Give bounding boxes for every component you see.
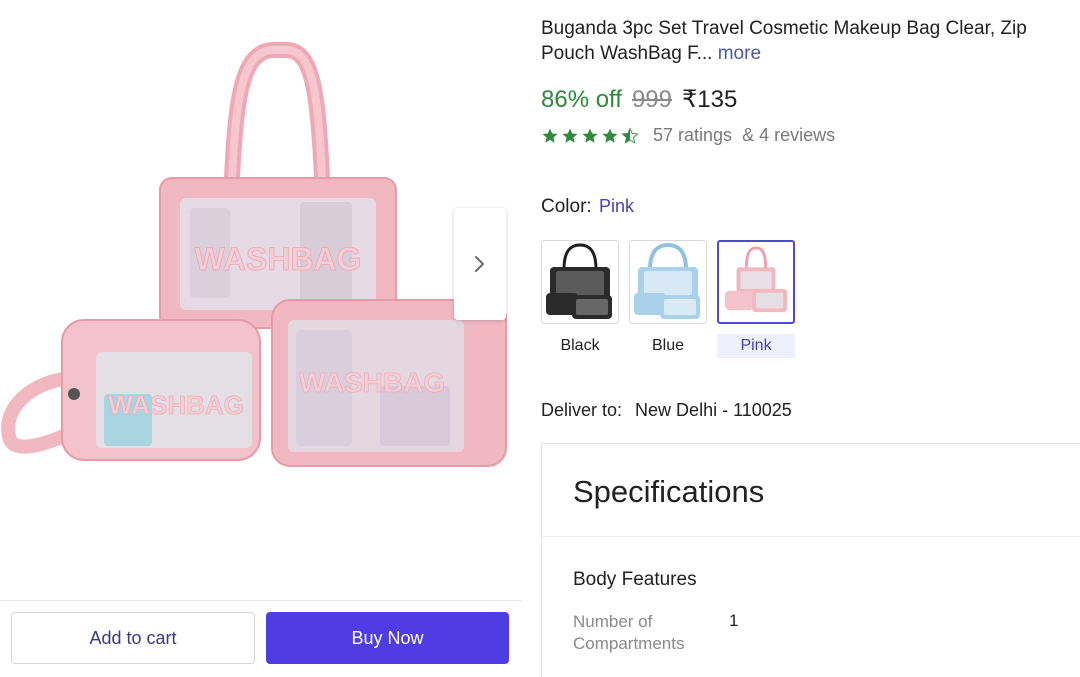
more-link[interactable]: more bbox=[718, 43, 761, 64]
star-rating bbox=[541, 126, 639, 145]
washbag-print-small: WASHBAG bbox=[108, 390, 244, 420]
specifications-heading: Specifications bbox=[573, 474, 765, 509]
star-icon bbox=[602, 128, 618, 143]
spec-key: Number of Compartments bbox=[573, 612, 685, 653]
product-title-line2: Pouch WashBag F... bbox=[541, 43, 713, 64]
deliver-to-label: Deliver to: bbox=[541, 400, 623, 420]
color-swatch-blue[interactable] bbox=[629, 240, 707, 324]
product-title-line1: Buganda 3pc Set Travel Cosmetic Makeup B… bbox=[541, 18, 1027, 39]
rating-row[interactable]: 57 ratings & 4 reviews bbox=[541, 125, 835, 146]
color-option-blue-label[interactable]: Blue bbox=[629, 334, 707, 358]
selling-price: ₹135 bbox=[682, 86, 738, 113]
color-selector-label: Color: Pink bbox=[541, 196, 634, 218]
product-image: WASHBAG WASHBAG WASHBAG bbox=[1, 42, 507, 467]
color-option-black-label[interactable]: Black bbox=[541, 334, 619, 358]
color-swatch-pink[interactable] bbox=[717, 240, 795, 324]
spec-section-heading: Body Features bbox=[573, 569, 697, 590]
spec-value: 1 bbox=[729, 611, 739, 630]
swatch-image-black bbox=[546, 243, 612, 319]
specifications-card: Specifications Body Features Number of C… bbox=[541, 443, 1080, 677]
swatch-image-blue bbox=[634, 242, 700, 319]
product-title: Buganda 3pc Set Travel Cosmetic Makeup B… bbox=[541, 16, 1080, 66]
price-row: 86% off 999 ₹135 bbox=[541, 85, 737, 114]
next-image-button[interactable] bbox=[454, 208, 506, 320]
star-icon bbox=[562, 128, 578, 143]
reviews-count: & 4 reviews bbox=[742, 125, 836, 145]
buy-now-button[interactable]: Buy Now bbox=[266, 612, 509, 664]
color-swatch-black[interactable] bbox=[541, 240, 619, 324]
action-bar: Add to cart Buy Now bbox=[0, 600, 522, 677]
washbag-print-large: WASHBAG bbox=[194, 241, 361, 277]
star-icon bbox=[542, 128, 558, 143]
chevron-right-icon bbox=[475, 256, 484, 272]
washbag-print-medium: WASHBAG bbox=[299, 367, 445, 398]
delivery-location[interactable]: Deliver to: New Delhi - 110025 bbox=[541, 400, 792, 421]
swatch-image-pink bbox=[724, 246, 788, 313]
half-star-icon bbox=[621, 126, 639, 144]
ratings-count: 57 ratings bbox=[653, 125, 733, 145]
star-icon bbox=[582, 128, 598, 143]
product-gallery-pane: WASHBAG WASHBAG WASHBAG Add to cart Buy … bbox=[0, 0, 522, 677]
original-price: 999 bbox=[631, 86, 672, 113]
color-option-pink-label[interactable]: Pink bbox=[717, 334, 795, 358]
product-image-carousel[interactable]: WASHBAG WASHBAG WASHBAG bbox=[0, 0, 522, 575]
selected-color: Pink bbox=[598, 196, 634, 216]
product-details-pane: Buganda 3pc Set Travel Cosmetic Makeup B… bbox=[522, 0, 1080, 677]
add-to-cart-button[interactable]: Add to cart bbox=[11, 612, 255, 664]
discount-badge: 86% off bbox=[541, 86, 622, 113]
delivery-address: New Delhi - 110025 bbox=[635, 400, 792, 420]
divider bbox=[542, 536, 1080, 537]
color-label: Color: bbox=[541, 196, 592, 217]
